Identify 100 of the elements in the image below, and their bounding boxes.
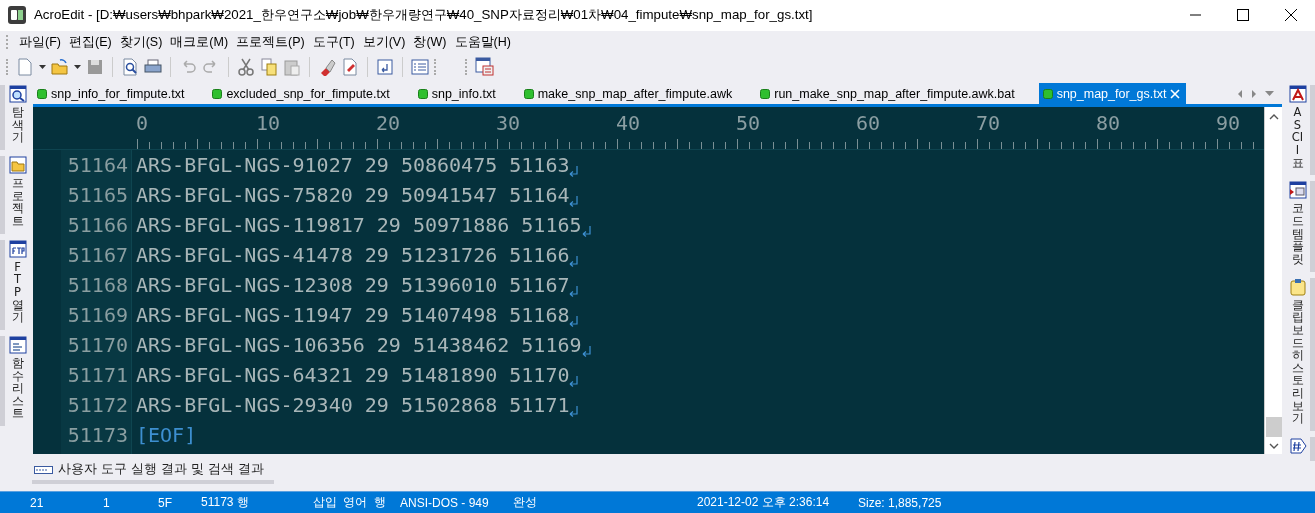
code-line: ARS-BFGL-NGS-64321 29 51481890 51170 [136,362,570,390]
status-field: 1 [103,495,158,510]
ruler-number: 40 [616,111,642,136]
side-panel-tab[interactable]: ASCII 표 [1285,85,1315,176]
line-number: 51173 [67,422,128,450]
ruler-number: 60 [856,111,882,136]
code-line: ARS-BFGL-NGS-91027 29 50860475 51163 [136,152,570,180]
status-icon [523,88,534,99]
line-number: 51166 [67,212,128,240]
menu-item[interactable]: 보기(V) [358,33,410,51]
scissors-icon[interactable] [237,57,255,76]
menu-item[interactable]: 파일(F) [15,33,65,51]
template-icon [1288,181,1307,200]
caret-icon[interactable] [74,64,81,69]
code-line: ARS-BFGL-NGS-29340 29 51502868 51171 [136,392,570,420]
maximize-icon[interactable] [1237,9,1249,22]
status-field: 영어 [343,494,374,511]
line-number: 51169 [67,302,128,330]
status-field: 삽입 [313,494,343,511]
folder-icon [8,156,27,175]
ruler-number: 80 [1096,111,1122,136]
ruler-number: 90 [1216,111,1242,136]
file-tab[interactable]: run_make_snp_map_after_fimpute.awk.bat [756,83,1019,105]
wrap-icon[interactable] [376,57,394,76]
save-icon[interactable] [86,57,104,76]
file-tab[interactable]: snp_info.txt [413,83,500,105]
status-field: 51173 행 [201,494,313,511]
caret-icon[interactable] [39,64,46,69]
menu-item[interactable]: 매크로(M) [166,33,233,51]
scrollbar-thumb[interactable] [1265,417,1282,438]
status-field: 5F [158,495,201,510]
line-break-icon [581,225,591,237]
code-line: ARS-BFGL-NGS-119817 29 50971886 51165 [136,212,582,240]
ruler-number: 30 [496,111,522,136]
status-field: Size: 1,885,725 [858,495,942,510]
line-break-icon [569,165,579,177]
line-number: 51168 [67,272,128,300]
code-line: ARS-BFGL-NGS-12308 29 51396010 51167 [136,272,570,300]
line-break-icon [569,405,579,417]
clipboard-icon [1288,277,1307,296]
menu-item[interactable]: 창(W) [409,33,451,51]
hash-tag-icon [1288,437,1307,455]
ruler-number: 20 [376,111,402,136]
scroll-up-icon[interactable] [1268,113,1279,121]
window-title: AcroEdit - [D:₩users₩bhpark₩2021_한우연구소₩job₩한우개량연구₩40_SNP자료정리₩01차₩04_fimpute₩snp_map_for_gs.txt] [34,6,814,25]
open-folder-icon[interactable] [51,57,69,76]
menu-item[interactable]: 프로젝트(P) [232,33,309,51]
status-field: 행 [374,494,400,511]
status-field: ANSI-DOS - 949 [400,495,513,510]
print-preview-icon[interactable] [121,57,139,76]
status-icon [760,88,771,99]
binary-icon [34,463,53,476]
side-panel-tab[interactable]: 코드 템플릿 [1285,181,1315,272]
menu-item[interactable]: 편집(E) [64,33,116,51]
menu-item[interactable]: 찾기(S) [115,33,167,51]
status-field: 완성 [513,494,697,511]
line-break-icon [569,255,579,267]
line-break-icon [569,315,579,327]
status-icon [37,88,47,99]
code-line: ARS-BFGL-NGS-41478 29 51231726 51166 [136,242,570,270]
menu-item[interactable]: 도구(T) [308,33,359,51]
status-icon [212,88,223,99]
line-number: 51170 [67,332,128,360]
close-icon[interactable] [1285,9,1297,22]
menu-item[interactable]: 도움말(H) [450,33,515,51]
scroll-left-icon[interactable] [1237,89,1243,98]
file-tab[interactable]: snp_info_for_fimpute.txt [33,83,189,105]
file-tab[interactable]: excluded_snp_for_fimpute.txt [208,83,394,105]
edit-document-icon[interactable] [341,57,359,76]
line-number: 51165 [67,182,128,210]
list-icon[interactable] [411,57,429,76]
line-number: 51164 [67,152,128,180]
ruler-number: 50 [736,111,762,136]
ruler-number: 10 [256,111,282,136]
side-panel-tab[interactable]: 클립보드 히스토리 보기 [1285,277,1315,431]
output-panel-tab[interactable]: 사용자 도구 실행 결과 및 검색 결과 [32,461,274,484]
copy-icon[interactable] [260,57,278,76]
printer-icon[interactable] [144,57,162,76]
list-window-icon [8,335,27,354]
code-line: ARS-BFGL-NGS-75820 29 50941547 51164 [136,182,570,210]
status-field: 21 [30,495,103,510]
line-number: 51171 [67,362,128,390]
ruler-number: 70 [976,111,1002,136]
code-line: ARS-BFGL-NGS-106356 29 51438462 51169 [136,332,582,360]
calendar-icon[interactable] [475,57,494,77]
file-tab[interactable]: make_snp_map_after_fimpute.awk [519,83,737,105]
status-icon [417,88,428,99]
code-line: ARS-BFGL-NGS-11947 29 51407498 51168 [136,302,570,330]
file-tab[interactable]: snp_map_for_gs.txt [1038,83,1187,105]
line-break-icon [569,375,579,387]
letter-window-icon [1288,85,1307,104]
ruler-number: 0 [136,111,150,136]
line-break-icon [569,285,579,297]
search-icon [8,85,27,104]
scroll-right-icon[interactable] [1251,89,1257,98]
status-icon [1042,88,1053,99]
line-break-icon [581,345,591,357]
status-field: 2021-12-02 오후 2:36:14 [697,494,858,511]
app-logo-icon [8,6,26,25]
scroll-down-icon[interactable] [1268,443,1279,451]
